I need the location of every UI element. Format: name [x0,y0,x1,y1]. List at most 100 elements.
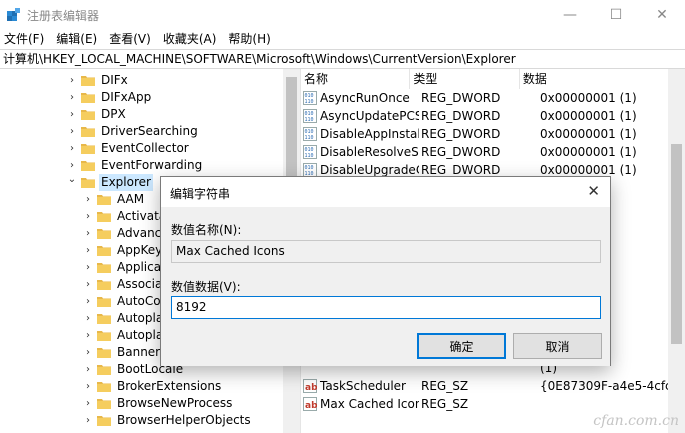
chevron-right-icon[interactable]: › [83,347,93,358]
column-header-data[interactable]: 数据 [520,69,668,89]
menu-favorites[interactable]: 收藏夹(A) [157,30,223,48]
column-header-type[interactable]: 类型 [410,69,520,89]
folder-icon [97,245,111,256]
chevron-right-icon[interactable]: › [83,262,93,273]
chevron-right-icon[interactable]: › [83,194,93,205]
value-name-label: 数值名称(N): [171,223,242,237]
chevron-right-icon[interactable]: › [83,381,93,392]
folder-icon [81,177,95,188]
value-data-cell [539,395,668,413]
folder-icon [97,194,111,205]
value-name-text: DisableResolveStoreCategories [320,145,419,159]
menu-file[interactable]: 文件(F) [0,30,50,48]
list-scrollbar-thumb[interactable] [671,144,682,344]
chevron-right-icon[interactable]: › [67,143,77,154]
watermark: cfan.com.cn [593,413,679,429]
reg-string-icon: ab [303,397,318,411]
menu-edit[interactable]: 编辑(E) [50,30,103,48]
tree-item[interactable]: › BrowserHelperObjects [83,412,253,429]
value-type-cell: REG_DWORD [421,145,501,159]
close-button[interactable]: ✕ [639,0,685,30]
tree-item[interactable]: › EventForwarding [67,157,204,174]
value-name-cell: 010110DisableResolveStoreCategories [301,143,419,161]
tree-item[interactable]: › AAM [83,191,146,208]
svg-text:110: 110 [305,153,314,159]
folder-icon [81,126,95,137]
value-data-input[interactable]: 8192 [171,296,601,319]
menu-view[interactable]: 查看(V) [103,30,157,48]
tree-item[interactable]: › BrokerExtensions [83,378,223,395]
chevron-right-icon[interactable]: › [83,330,93,341]
ok-button[interactable]: 确定 [417,333,506,359]
chevron-right-icon[interactable]: › [83,296,93,307]
chevron-right-icon[interactable]: › [83,279,93,290]
chevron-right-icon[interactable]: › [83,398,93,409]
folder-icon [97,313,111,324]
chevron-right-icon[interactable]: › [67,126,77,137]
address-bar[interactable]: 计算机\HKEY_LOCAL_MACHINE\SOFTWARE\Microsof… [0,49,685,69]
chevron-right-icon[interactable]: › [67,160,77,171]
value-name-text: DisableAppInstallsOnFirstLogon [320,127,419,141]
value-row[interactable]: ab Max Cached Icons REG_SZ [301,395,668,413]
tree-item[interactable]: › DPX [67,106,128,123]
tree-item-label: BrokerExtensions [117,379,222,393]
value-row[interactable]: 010110AsyncUpdatePCSettingsREG_DWORD 0x00… [301,107,668,125]
tree-item[interactable]: › Autoplay [83,310,172,327]
menu-help[interactable]: 帮助(H) [222,30,276,48]
tree-item[interactable]: › DIFxApp [67,89,153,106]
chevron-right-icon[interactable]: › [83,228,93,239]
value-name-text: AsyncRunOnce [320,91,410,105]
chevron-down-icon[interactable]: ⌄ [67,174,77,185]
folder-icon [97,398,111,409]
value-row[interactable]: 010110DisableAppInstallsOnFirstLogonREG_… [301,125,668,143]
value-data-cell: {0E87309F-a4e5-4cfc-b [540,379,668,393]
tree-item-label: AAM [117,192,145,206]
chevron-right-icon[interactable]: › [67,75,77,86]
folder-icon [97,415,111,426]
tree-item-label: DIFx [101,73,128,87]
tree-item[interactable]: › DriverSearching [67,123,200,140]
folder-icon [97,330,111,341]
tree-item[interactable]: › EventCollector [67,140,191,157]
reg-binary-icon: 010 110 [303,91,317,105]
cancel-button[interactable]: 取消 [513,333,602,359]
dialog-body: 数值名称(N): Max Cached Icons 数值数据(V): 8192 … [161,207,610,366]
folder-icon [97,211,111,222]
minimize-button[interactable]: — [547,0,593,30]
column-header-name[interactable]: 名称 [301,69,411,89]
chevron-right-icon[interactable]: › [67,109,77,120]
value-row[interactable]: 010 110 AsyncRunOnce REG_DWORD 0x00000001 (1… [301,89,668,107]
reg-binary-icon: 010 110 [303,109,317,123]
tree-item-label: BrowserHelperObjects [117,413,251,427]
chevron-right-icon[interactable]: › [83,245,93,256]
folder-icon [81,143,95,154]
value-type-cell: REG_DWORD [421,91,501,105]
folder-icon [97,364,111,375]
maximize-button[interactable]: ☐ [593,0,639,30]
chevron-right-icon[interactable]: › [83,415,93,426]
dialog-title: 编辑字符串 [170,187,231,201]
value-row[interactable]: 010110DisableResolveStoreCategoriesREG_D… [301,143,668,161]
value-type-cell: REG_DWORD [421,127,501,141]
menu-bar: 文件(F) 编辑(E) 查看(V) 收藏夹(A) 帮助(H) [0,30,685,48]
tree-item[interactable]: › DIFx [67,72,130,89]
chevron-right-icon[interactable]: › [83,211,93,222]
value-row[interactable]: abTaskSchedulerREG_SZ{0E87309F-a4e5-4cfc… [301,377,668,395]
tree-item-label: DIFxApp [101,90,152,104]
value-name-field: Max Cached Icons [171,240,601,263]
chevron-right-icon[interactable]: › [67,92,77,103]
reg-string-icon: ab [303,379,318,393]
tree-item[interactable]: ⌄ Explorer [67,174,153,191]
chevron-right-icon[interactable]: › [83,364,93,375]
window-title: 注册表编辑器 [27,9,100,23]
value-data-cell: 0x00000001 (1) [540,91,637,105]
dialog-close-icon[interactable]: ✕ [587,182,600,200]
chevron-right-icon[interactable]: › [83,313,93,324]
tree-item[interactable]: › BrowseNewProcess [83,395,234,412]
folder-icon [97,381,111,392]
list-scrollbar[interactable] [668,69,685,433]
folder-icon [81,75,95,86]
tree-item[interactable]: › AppKey [83,242,164,259]
value-name-cell: ab Max Cached Icons [301,395,419,413]
tree-item-label: DriverSearching [101,124,198,138]
